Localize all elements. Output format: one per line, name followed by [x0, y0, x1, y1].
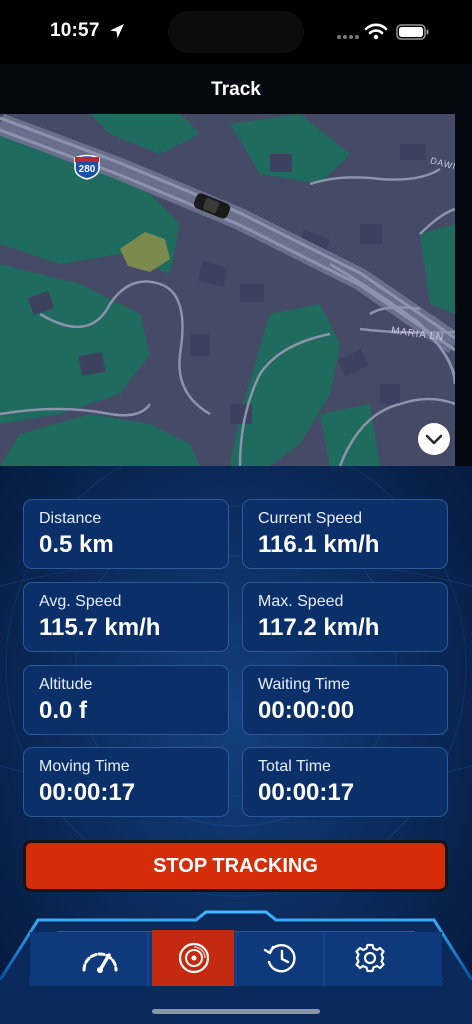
- stat-label: Avg. Speed: [39, 593, 122, 610]
- history-clock-icon: [263, 944, 296, 973]
- stat-value: 00:00:00: [258, 697, 355, 724]
- highway-shield: 280: [73, 154, 101, 180]
- collapse-map-button[interactable]: [418, 423, 450, 455]
- stat-card-waiting-time: Waiting Time 00:00:00: [242, 665, 448, 735]
- highway-number: 280: [78, 164, 96, 175]
- map-edge: [455, 114, 472, 466]
- stat-value: 117.2 km/h: [258, 614, 380, 641]
- speedometer-icon: [82, 952, 118, 973]
- stat-label: Max. Speed: [258, 593, 344, 610]
- stat-label: Current Speed: [258, 510, 363, 527]
- stat-label: Moving Time: [39, 758, 130, 775]
- stat-card-distance: Distance 0.5 km: [23, 499, 229, 569]
- stat-value: 00:00:17: [39, 779, 136, 806]
- tab-settings[interactable]: [328, 932, 412, 984]
- stat-card-current-speed: Current Speed 116.1 km/h: [242, 499, 448, 569]
- status-time: 10:57: [50, 20, 100, 41]
- tab-history[interactable]: [240, 932, 324, 984]
- page-title: Track: [211, 79, 261, 100]
- stat-value: 116.1 km/h: [258, 531, 380, 558]
- stat-card-max-speed: Max. Speed 117.2 km/h: [242, 582, 448, 652]
- navigation-bar: Track: [0, 64, 472, 114]
- stat-card-avg-speed: Avg. Speed 115.7 km/h: [23, 582, 229, 652]
- cellular-signal-icon: [337, 35, 359, 39]
- camera-notch: [168, 11, 304, 53]
- stat-card-total-time: Total Time 00:00:17: [242, 747, 448, 817]
- stop-tracking-button[interactable]: STOP TRACKING: [23, 840, 448, 892]
- tab-speedometer[interactable]: [58, 932, 142, 984]
- chevron-down-icon: [425, 434, 443, 445]
- stat-label: Total Time: [258, 758, 331, 775]
- stat-value: 0.5 km: [39, 531, 114, 558]
- map-tiles: [0, 114, 455, 466]
- stat-value: 00:00:17: [258, 779, 355, 806]
- gear-icon: [355, 943, 385, 973]
- location-arrow-icon: [110, 24, 124, 38]
- stat-value: 115.7 km/h: [39, 614, 161, 641]
- tab-record[interactable]: [152, 932, 236, 984]
- stat-label: Altitude: [39, 676, 93, 693]
- home-indicator: [152, 1009, 320, 1014]
- status-bar: 10:57: [0, 0, 472, 64]
- battery-icon: [396, 24, 429, 40]
- map-view[interactable]: 280 DAWN MARIA LN: [0, 114, 455, 466]
- stat-label: Waiting Time: [258, 676, 350, 693]
- stat-card-moving-time: Moving Time 00:00:17: [23, 747, 229, 817]
- stat-label: Distance: [39, 510, 102, 527]
- record-disc-icon: [178, 942, 210, 974]
- stat-value: 0.0 f: [39, 697, 88, 724]
- stat-card-altitude: Altitude 0.0 f: [23, 665, 229, 735]
- wifi-icon: [364, 23, 388, 40]
